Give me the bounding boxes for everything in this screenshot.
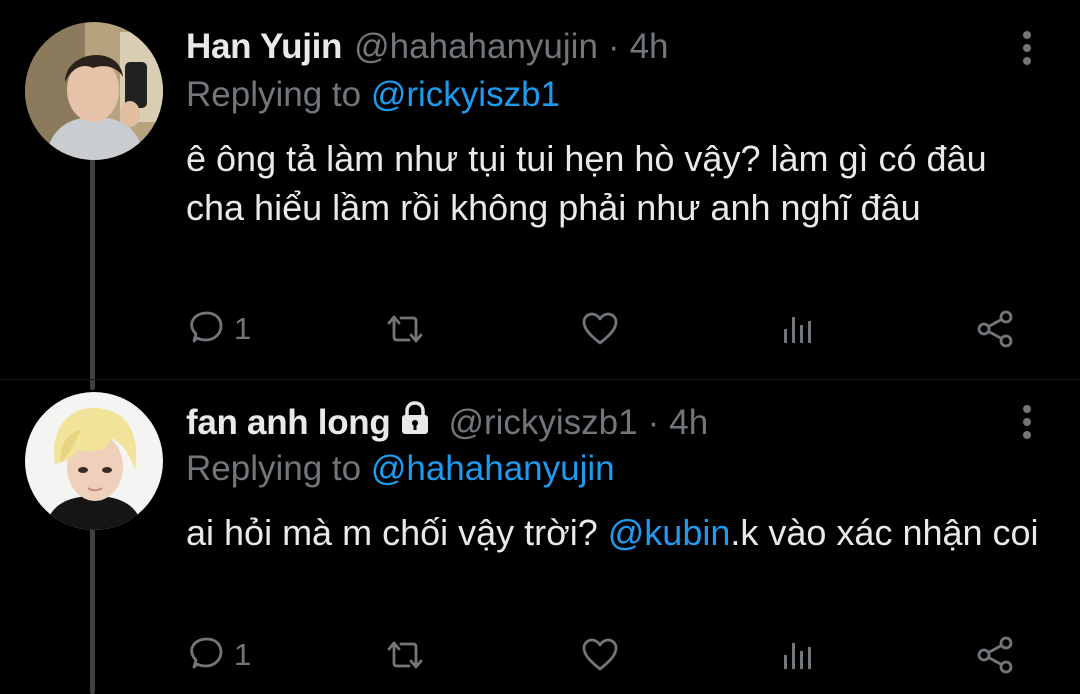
- inline-mention-link[interactable]: @kubin: [608, 512, 731, 553]
- tweet-actions: 1: [0, 304, 1080, 354]
- tweet-text-before-mention: ai hỏi mà m chối vậy trời?: [186, 512, 608, 553]
- tweet-text: ai hỏi mà m chối vậy trời? @kubin.k vào …: [186, 508, 1046, 557]
- heart-icon: [582, 312, 618, 345]
- reply-button[interactable]: 1: [186, 304, 251, 354]
- timestamp[interactable]: 4h: [669, 403, 708, 443]
- lock-icon: [398, 400, 432, 445]
- retweet-button[interactable]: [383, 630, 427, 680]
- replying-label: Replying to: [186, 449, 362, 488]
- share-button[interactable]: [975, 630, 1017, 680]
- heart-icon: [582, 638, 618, 671]
- share-button[interactable]: [975, 304, 1017, 354]
- display-name[interactable]: Han Yujin: [186, 27, 342, 67]
- user-handle[interactable]: @rickyiszb1: [448, 403, 637, 443]
- share-icon: [977, 636, 1013, 674]
- share-icon: [977, 310, 1013, 348]
- tweet-text-after-mention: .k vào xác nhận coi: [730, 512, 1039, 553]
- views-icon: [784, 643, 811, 669]
- avatar[interactable]: [25, 392, 163, 530]
- separator-dot: ·: [607, 27, 620, 66]
- retweet-icon: [387, 315, 423, 343]
- more-vertical-icon[interactable]: [1020, 30, 1034, 71]
- timestamp[interactable]: 4h: [630, 27, 669, 67]
- tweet-text: ê ông tả làm như tụi tui hẹn hò vậy? làm…: [186, 134, 1046, 232]
- retweet-button[interactable]: [383, 304, 427, 354]
- tweet-text-main: ê ông tả làm như tụi tui hẹn hò vậy? làm…: [186, 138, 987, 228]
- replying-to: Replying to @rickyiszb1: [186, 75, 560, 115]
- avatar[interactable]: [25, 22, 163, 160]
- views-button[interactable]: [778, 630, 818, 680]
- retweet-icon: [387, 641, 423, 669]
- like-button[interactable]: [580, 630, 620, 680]
- tweet-header: fan anh long @rickyiszb1 · 4h: [186, 400, 1000, 445]
- views-icon: [784, 317, 811, 343]
- tweet-header: Han Yujin @hahahanyujin · 4h: [186, 27, 1000, 67]
- reply-icon: [190, 637, 223, 669]
- views-button[interactable]: [778, 304, 818, 354]
- replying-to-handle[interactable]: @rickyiszb1: [371, 75, 560, 114]
- reply-icon: [190, 311, 223, 343]
- reply-count: 1: [234, 311, 252, 346]
- replying-to-handle[interactable]: @hahahanyujin: [371, 449, 615, 488]
- replying-label: Replying to: [186, 75, 362, 114]
- user-handle[interactable]: @hahahanyujin: [354, 27, 598, 67]
- like-button[interactable]: [580, 304, 620, 354]
- reply-count: 1: [234, 637, 252, 672]
- display-name[interactable]: fan anh long: [186, 403, 391, 443]
- separator-dot: ·: [647, 402, 660, 442]
- replying-to: Replying to @hahahanyujin: [186, 449, 615, 489]
- tweet-actions: 1: [0, 630, 1080, 680]
- reply-button[interactable]: 1: [186, 630, 251, 680]
- more-vertical-icon[interactable]: [1020, 404, 1034, 445]
- tweet[interactable]: fan anh long @rickyiszb1 · 4h Replying t…: [0, 380, 1080, 694]
- tweet[interactable]: Han Yujin @hahahanyujin · 4h Replying to…: [0, 0, 1080, 380]
